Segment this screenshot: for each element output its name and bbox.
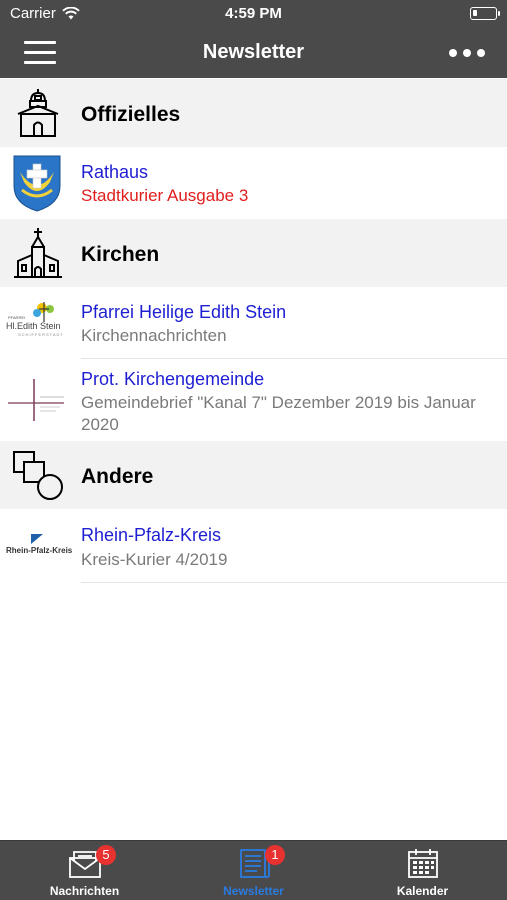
battery-icon — [470, 7, 500, 20]
logo-small-text: PFARREI — [8, 315, 26, 320]
list-item-rathaus[interactable]: Rathaus Stadtkurier Ausgabe 3 — [0, 147, 507, 219]
list-item-rhein-pfalz-kreis[interactable]: Rhein-Pfalz-Kreis Rhein-Pfalz-Kreis Krei… — [0, 509, 507, 583]
section-header-offizielles: Offizielles — [0, 79, 507, 147]
church-icon — [14, 228, 62, 278]
logo-text: Hl.Edith Stein — [6, 321, 61, 331]
row-divider — [81, 582, 507, 583]
item-name: Pfarrei Heilige Edith Stein — [81, 302, 287, 322]
edith-stein-logo: PFARREI Hl.Edith Stein SCHIFFERSTADT — [6, 301, 68, 345]
item-subtitle: Gemeindebrief "Kanal 7" Dezember 2019 bi… — [81, 393, 476, 434]
tab-label: Newsletter — [223, 884, 284, 898]
navigation-bar: Newsletter — [0, 28, 507, 78]
section-header-kirchen: Kirchen — [0, 219, 507, 287]
tab-newsletter[interactable]: 1 Newsletter — [169, 841, 338, 900]
more-options-button[interactable] — [449, 44, 485, 62]
item-name: Rathaus — [81, 162, 149, 182]
tab-kalender[interactable]: Kalender — [338, 841, 507, 900]
tab-nachrichten[interactable]: 5 Nachrichten — [0, 841, 169, 900]
town-hall-icon — [17, 89, 59, 137]
status-time: 4:59 PM — [225, 5, 282, 22]
section-title: Kirchen — [81, 243, 160, 266]
item-name: Prot. Kirchengemeinde — [81, 369, 265, 389]
list-item-prot-kirchengemeinde[interactable]: Prot. Kirchengemeinde Gemeindebrief "Kan… — [0, 359, 507, 441]
newsletter-list: Offizielles Rathaus Stadtkurier Ausgabe … — [0, 79, 507, 583]
list-item-pfarrei[interactable]: PFARREI Hl.Edith Stein SCHIFFERSTADT Pfa… — [0, 287, 507, 359]
prot-kirche-logo — [8, 379, 64, 421]
item-subtitle: Kreis-Kurier 4/2019 — [81, 550, 228, 569]
unread-badge: 5 — [96, 845, 116, 865]
section-title: Offizielles — [81, 103, 181, 126]
calendar-icon — [408, 849, 438, 878]
tab-bar: 5 Nachrichten 1 Newsletter Kalender — [0, 840, 507, 900]
item-subtitle: Kirchennachrichten — [81, 326, 227, 345]
item-name: Rhein-Pfalz-Kreis — [81, 525, 222, 545]
unread-badge: 1 — [265, 845, 285, 865]
logo-text: Rhein-Pfalz-Kreis — [6, 546, 73, 555]
tab-label: Nachrichten — [49, 884, 120, 898]
shapes-icon — [13, 451, 63, 500]
section-header-andere: Andere — [0, 441, 507, 509]
logo-subtext: SCHIFFERSTADT — [18, 332, 64, 337]
tab-label: Kalender — [396, 884, 449, 898]
section-title: Andere — [81, 465, 154, 488]
rhein-pfalz-kreis-logo: Rhein-Pfalz-Kreis — [6, 533, 72, 563]
page-title: Newsletter — [202, 41, 305, 63]
status-bar: Carrier 4:59 PM — [0, 0, 507, 28]
item-subtitle: Stadtkurier Ausgabe 3 — [81, 186, 249, 205]
coat-of-arms-logo — [13, 155, 61, 212]
